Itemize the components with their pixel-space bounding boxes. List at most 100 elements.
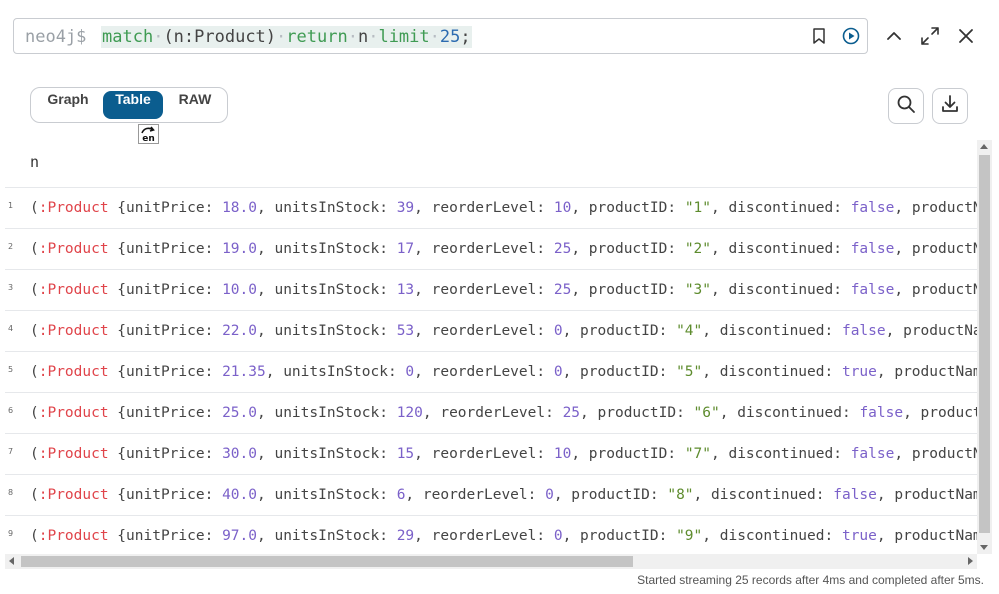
close-icon[interactable] [954,24,978,48]
run-icon[interactable] [842,27,860,45]
vertical-scrollbar[interactable] [977,140,992,554]
query-token: 25 [439,27,461,47]
query-token: n [357,27,369,47]
value-token: 0 [553,323,563,339]
value-token: :Product [38,528,109,544]
row-number: 7 [8,447,14,456]
search-button[interactable] [888,88,924,124]
download-button[interactable] [932,88,968,124]
horizontal-scroll-thumb[interactable] [21,556,633,567]
value-token: , reorderLevel: [414,200,554,216]
scroll-right-icon[interactable] [968,557,973,565]
node-value: (:Product {unitPrice: 19.0, unitsInStock… [30,241,977,257]
table-row[interactable]: 8 (:Product {unitPrice: 40.0, unitsInStoc… [5,474,977,515]
value-token: , reorderLevel: [414,528,554,544]
table-row[interactable]: 6 (:Product {unitPrice: 25.0, unitsInStoc… [5,392,977,433]
row-number: 9 [8,529,14,538]
node-value: (:Product {unitPrice: 22.0, unitsInStock… [30,323,977,339]
value-token: {unitPrice: [108,528,223,544]
value-token: "7" [684,446,712,462]
value-token: 10.0 [222,282,257,298]
table-row[interactable]: 7 (:Product {unitPrice: 30.0, unitsInStoc… [5,433,977,474]
value-token: 25 [553,282,572,298]
value-token: {unitPrice: [108,323,223,339]
value-token: false [841,323,886,339]
value-token: false [850,241,895,257]
value-token: false [833,487,877,503]
view-graph-button[interactable]: Graph [37,91,99,119]
value-token: "4" [676,323,703,339]
value-token: false [850,446,895,462]
value-token: , unitsInStock: [257,405,397,421]
value-token: {unitPrice: [108,446,223,462]
search-icon [896,94,916,119]
table-row[interactable]: 1 (:Product {unitPrice: 18.0, unitsInStoc… [5,187,977,228]
value-token: ( [30,241,39,257]
value-token: , unitsInStock: [257,200,397,216]
table-row[interactable]: 2 (:Product {unitPrice: 19.0, unitsInStoc… [5,228,977,269]
value-token: , productName [894,200,977,216]
scroll-down-icon[interactable] [980,545,988,550]
value-token: , discontinued: [702,528,842,544]
value-token: , reorderLevel: [414,241,554,257]
value-token: {unitPrice: [108,282,223,298]
table-row[interactable]: 4 (:Product {unitPrice: 22.0, unitsInStoc… [5,310,977,351]
row-number: 4 [8,324,14,333]
value-token: 40.0 [222,487,257,503]
value-token: ( [30,323,39,339]
value-token: 120 [396,405,423,421]
query-token: · [368,27,379,47]
value-token: , unitsInStock: [257,528,397,544]
value-token: 0 [405,364,415,380]
value-token: 22.0 [222,323,257,339]
value-token: true [841,364,877,380]
row-number: 8 [8,488,14,497]
scroll-up-icon[interactable] [980,144,988,149]
value-token: {unitPrice: [108,364,223,380]
query-text[interactable]: match·(n:Product)·return·n·limit·25; [101,26,472,48]
horizontal-scrollbar[interactable] [5,554,977,569]
row-number: 2 [8,242,14,251]
value-token: , productName [876,364,977,380]
value-token: , discontinued: [719,405,860,421]
table-row[interactable]: 3 (:Product {unitPrice: 10.0, unitsInStoc… [5,269,977,310]
view-raw-button[interactable]: RAW [167,91,223,119]
value-token: 29 [396,528,415,544]
fullscreen-icon[interactable] [918,24,942,48]
vertical-scroll-thumb[interactable] [979,155,990,533]
value-token: , discontinued: [711,241,851,257]
value-token: , productID: [562,528,677,544]
node-value: (:Product {unitPrice: 40.0, unitsInStock… [30,487,977,503]
scroll-left-icon[interactable] [9,557,14,565]
node-value: (:Product {unitPrice: 30.0, unitsInStock… [30,446,977,462]
value-token: , productID: [562,364,677,380]
value-token: ( [30,364,39,380]
collapse-icon[interactable] [882,24,906,48]
value-token: "6" [693,405,720,421]
value-token: 39 [396,200,415,216]
value-token: false [850,200,895,216]
table-row[interactable]: 5 (:Product {unitPrice: 21.35, unitsInSto… [5,351,977,392]
table-row[interactable]: 9 (:Product {unitPrice: 97.0, unitsInStoc… [5,515,977,554]
value-token: , reorderLevel: [414,446,554,462]
view-table-button[interactable]: Table [103,91,163,119]
value-token: , productID: [571,241,685,257]
value-token: :Product [38,405,109,421]
query-editor[interactable]: neo4j$ match·(n:Product)·return·n·limit·… [13,18,868,54]
value-token: , unitsInStock: [257,487,397,503]
value-token: "3" [684,282,712,298]
bookmark-icon[interactable] [810,27,828,45]
value-token: ( [30,487,39,503]
value-token: 10 [553,200,572,216]
value-token: :Product [38,446,109,462]
value-token: , unitsInStock: [257,323,397,339]
value-token: {unitPrice: [108,487,223,503]
value-token: {unitPrice: [108,405,223,421]
row-number: 3 [8,283,14,292]
value-token: , reorderLevel: [414,323,554,339]
value-token: 18.0 [222,200,257,216]
translate-icon[interactable]: en [138,124,159,144]
value-token: , productName [903,405,977,421]
download-icon [940,94,960,119]
row-number: 6 [8,406,14,415]
